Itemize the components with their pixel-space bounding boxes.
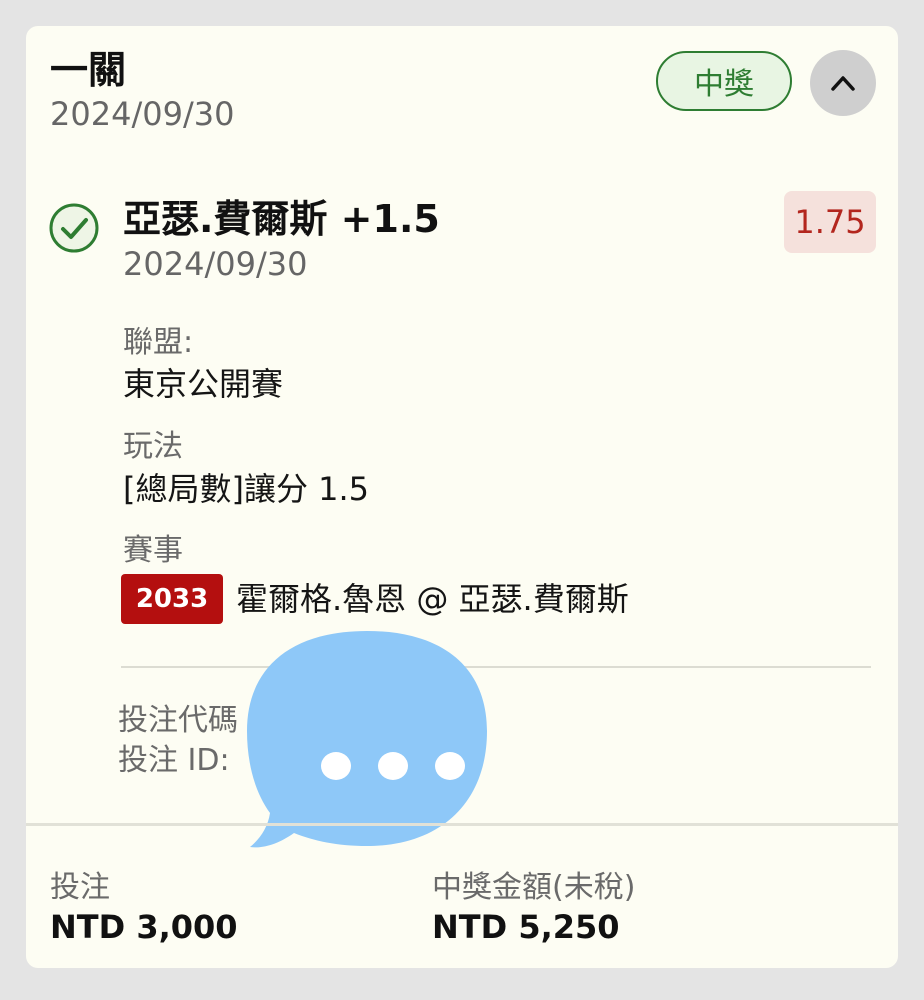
market-label: 玩法 <box>123 429 183 464</box>
league-label: 聯盟: <box>123 325 194 360</box>
payout-label: 中獎金額(未稅) <box>432 870 636 905</box>
chat-bubble-icon <box>247 631 487 848</box>
bet-code-label: 投注代碼 <box>118 703 238 738</box>
status-badge: 中獎 <box>656 51 792 111</box>
chevron-up-icon <box>831 76 855 91</box>
selection-date: 2024/09/30 <box>123 245 308 283</box>
league-value: 東京公開賽 <box>123 365 284 403</box>
bet-date: 2024/09/30 <box>50 95 235 133</box>
event-name: 霍爾格.魯恩 @ 亞瑟.費爾斯 <box>236 580 629 618</box>
footer-divider <box>26 823 898 826</box>
bet-card: 一關 2024/09/30 中獎 亞瑟.費爾斯 +1.5 2024/09/30 … <box>26 26 898 968</box>
stake-value: NTD 3,000 <box>50 908 238 946</box>
divider <box>121 666 871 668</box>
event-id-tag: 2033 <box>121 574 223 624</box>
bet-id-label: 投注 ID: <box>118 743 230 778</box>
odds-badge: 1.75 <box>784 191 876 253</box>
stake-label: 投注 <box>50 870 110 905</box>
event-label: 賽事 <box>123 533 183 568</box>
check-circle-icon <box>49 203 99 253</box>
payout-value: NTD 5,250 <box>432 908 620 946</box>
collapse-button[interactable] <box>810 50 876 116</box>
bet-type-title: 一關 <box>50 48 127 92</box>
selection-title: 亞瑟.費爾斯 +1.5 <box>123 197 440 241</box>
market-value: [總局數]讓分 1.5 <box>123 470 370 508</box>
